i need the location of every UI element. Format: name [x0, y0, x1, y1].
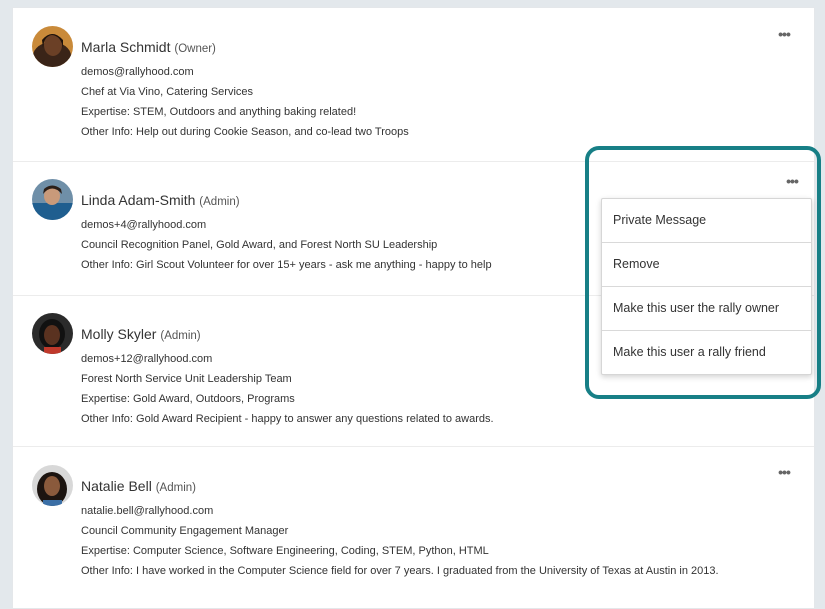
member-options-menu: Private Message Remove Make this user th… — [601, 198, 812, 375]
member-email: demos+12@rallyhood.com — [81, 353, 213, 365]
member-expertise: Expertise: STEM, Outdoors and anything b… — [81, 106, 357, 118]
member-name-line: Linda Adam-Smith (Admin) — [81, 192, 240, 208]
member-title: Forest North Service Unit Leadership Tea… — [81, 373, 292, 385]
more-options-icon[interactable]: ••• — [774, 465, 794, 479]
member-title: Chef at Via Vino, Catering Services — [81, 86, 254, 98]
member-other-info: Other Info: Help out during Cookie Seaso… — [81, 126, 409, 138]
member-expertise: Expertise: Gold Award, Outdoors, Program… — [81, 393, 295, 405]
avatar[interactable] — [32, 465, 73, 506]
member-expertise: Expertise: Computer Science, Software En… — [81, 545, 489, 557]
menu-item-make-friend[interactable]: Make this user a rally friend — [602, 331, 811, 374]
member-other-info: Other Info: Gold Award Recipient - happy… — [81, 413, 494, 425]
member-name[interactable]: Linda Adam-Smith — [81, 192, 195, 208]
avatar[interactable] — [32, 313, 73, 354]
menu-item-make-owner[interactable]: Make this user the rally owner — [602, 287, 811, 331]
member-email: demos@rallyhood.com — [81, 66, 194, 78]
member-role: (Admin) — [199, 196, 240, 208]
member-title: Council Community Engagement Manager — [81, 525, 289, 537]
member-name[interactable]: Molly Skyler — [81, 326, 156, 342]
member-other-info: Other Info: I have worked in the Compute… — [81, 565, 719, 577]
member-email: demos+4@rallyhood.com — [81, 219, 207, 231]
avatar[interactable] — [32, 26, 73, 67]
member-row: Marla Schmidt (Owner) demos@rallyhood.co… — [13, 8, 814, 162]
member-name-line: Marla Schmidt (Owner) — [81, 39, 216, 55]
more-options-icon[interactable]: ••• — [782, 174, 802, 188]
member-name[interactable]: Marla Schmidt — [81, 39, 170, 55]
member-email: natalie.bell@rallyhood.com — [81, 505, 214, 517]
member-name-line: Molly Skyler (Admin) — [81, 326, 201, 342]
member-role: (Owner) — [174, 43, 216, 55]
menu-item-remove[interactable]: Remove — [602, 243, 811, 287]
member-name-line: Natalie Bell (Admin) — [81, 478, 196, 494]
member-other-info: Other Info: Girl Scout Volunteer for ove… — [81, 259, 492, 271]
member-row: Natalie Bell (Admin) natalie.bell@rallyh… — [13, 447, 814, 608]
menu-item-private-message[interactable]: Private Message — [602, 199, 811, 243]
member-role: (Admin) — [160, 330, 201, 342]
member-name[interactable]: Natalie Bell — [81, 478, 152, 494]
member-title: Council Recognition Panel, Gold Award, a… — [81, 239, 438, 251]
member-role: (Admin) — [155, 482, 196, 494]
more-options-icon[interactable]: ••• — [774, 27, 794, 41]
avatar[interactable] — [32, 179, 73, 220]
